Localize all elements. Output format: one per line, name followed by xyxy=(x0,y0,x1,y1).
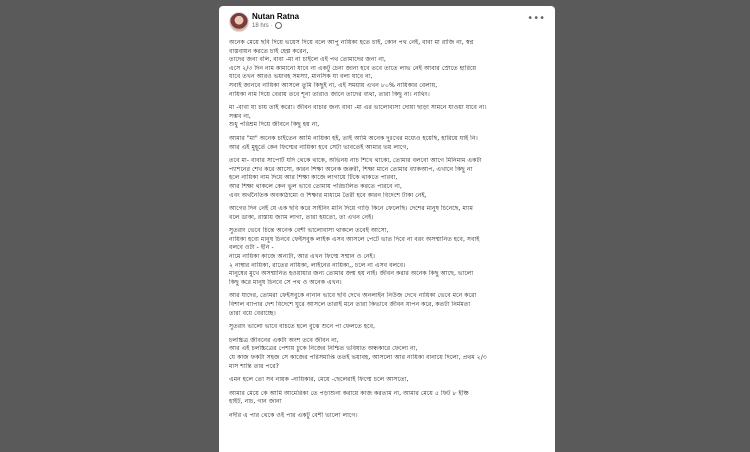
post-text-line: হাইট, নাচ, গান জানা xyxy=(229,398,282,406)
post-text-line: সবাই জানবে নায়িকা আসলে তুমি কিছুই না, এ… xyxy=(229,81,438,89)
post-paragraph: নদীর এ পার থেকে ওই পার একটু বেশী ভালো লা… xyxy=(229,412,549,421)
post-text-line: সম্ভব না, xyxy=(229,112,251,120)
post-paragraph: চলচ্চিত্র জীবনের একটা অংশ তবে জীবন না, আর… xyxy=(229,337,549,371)
post-text-line: যে কাজ ফকটা সহজ সে কাজের পরিসমাপ্তি ততই … xyxy=(229,354,487,361)
post-paragraph: সুতরাং ভেবে চিন্তে অনেক বেশী ভালোবাসা থা… xyxy=(229,227,549,287)
post-text-line: আমার "মা" অনেক চাইতেন আমি নায়িকা হই, তা… xyxy=(229,134,478,142)
post-text-line: নায়িকা নাম দিয়ে বেরায় তবে শূন্য তারাও… xyxy=(229,90,430,98)
post-card: Nutan Ratna 18 hrs · ••• অনেক মেয়ে ছবি … xyxy=(219,6,555,452)
post-text-line: আমার মেয়ে কে আমি আমেরিকা তে পড়াশুনা কর… xyxy=(229,389,469,397)
post-text-line: অনেক মেয়ে ছবি দিয়ে ভয়েস দিয়ে বলে আপু… xyxy=(229,39,474,46)
post-text-line: প্যাশনের শেখ করে আসো, কারন শিক্ষা অনেক জ… xyxy=(229,165,473,173)
post-text-line: আর শিক্ষা থাকলে কেন ভুল ভাবে তোমায় পরিচ… xyxy=(229,182,402,190)
post-paragraph: আর যাদের, তোমরা ফেইসবুকে নানান ভাবে ছবি … xyxy=(229,292,549,318)
post-paragraph: এমন হলে তো সব নায়ক -নায়িকার, মেয়ে -ছে… xyxy=(229,376,549,385)
post-text-line: বাস্তবায়ন করতে চাই হেল্প করেন, xyxy=(229,47,309,55)
globe-icon xyxy=(275,22,283,29)
post-text-line: মা -বাবা যা চায় তাই করো। জীবন বাচার জন্… xyxy=(229,104,487,112)
post-paragraph: তবে মা- বাবার সাপোর্ট যদি থেকে থাকে, অভি… xyxy=(229,157,549,200)
post-text-line: সুতরাং ভালো ভাবে বাচতে হলে বুঝে শুনে পা … xyxy=(229,323,376,331)
post-text-line: যাবে তখন আরও ভয়াবহ সমস্যা, মানসিক যা বল… xyxy=(229,73,373,81)
post-text-line: হলে নায়িকা নাম দিয়ে আর শিক্ষা কাজে লাগ… xyxy=(229,174,398,182)
post-text-line: নায়িকা হবো মানুষ চিনবে ফেইসবুক লাইক এসব… xyxy=(229,235,480,243)
post-text-line: কিছু করে মানুষ চিনবে সে পথ ও অনেক এখন। xyxy=(229,278,342,286)
post-text-line: তারা বয়ে বেরাচ্ছে। xyxy=(229,309,276,317)
post-text-line: আর এই মুহূর্তে কেন ফিল্মের নায়িকা হবে স… xyxy=(229,143,409,151)
post-text-line: আগের দিন নেই যে এক ছবি করে সাইনিং মানি দ… xyxy=(229,205,473,213)
author-name[interactable]: Nutan Ratna xyxy=(252,12,299,21)
post-meta: 18 hrs · xyxy=(252,22,283,29)
post-header: Nutan Ratna 18 hrs · ••• xyxy=(219,6,555,38)
post-paragraph: সুতরাং ভালো ভাবে বাচতে হলে বুঝে শুনে পা … xyxy=(229,323,549,332)
post-text-line: মানুষের মুখে অসম্মানিত হওয়ায়ার জন্য তো… xyxy=(229,270,474,278)
post-paragraph: আগের দিন নেই যে এক ছবি করে সাইনিং মানি দ… xyxy=(229,205,549,222)
post-text-line: আর এই চলচ্চিত্রের পেশায় ঢুকে নিজের নিশ্… xyxy=(229,345,418,353)
post-text-line: বলবে ওটা - ইনি - xyxy=(229,244,274,252)
post-text-line: মাস শান্তি তার পরে? xyxy=(229,362,279,370)
post-text-line: আর যাদের, তোমরা ফেইসবুকে নানান ভাবে ছবি … xyxy=(229,292,477,300)
post-text-line: এমন হলে তো সব নায়ক -নায়িকার, মেয়ে -ছে… xyxy=(229,376,409,384)
post-text-line: বলে ডাকা, রাস্তায় জ্যাম লাগা, তারা হয়ত… xyxy=(229,213,374,221)
post-paragraph: অনেক মেয়ে ছবি দিয়ে ভয়েস দিয়ে বলে আপু… xyxy=(229,39,549,99)
post-text-line: ২ নাম্বার নায়িকা, রাতের নায়িকা, লাইনের… xyxy=(229,261,406,269)
post-paragraph: মা -বাবা যা চায় তাই করো। জীবন বাচার জন্… xyxy=(229,104,549,130)
post-text-line: সুতরাং ভেবে চিন্তে অনেক বেশী ভালোবাসা থা… xyxy=(229,227,389,235)
post-text-line: তবে মা- বাবার সাপোর্ট যদি থেকে থাকে, অভি… xyxy=(229,157,482,165)
avatar[interactable] xyxy=(229,12,249,32)
post-text-line: চলচ্চিত্র জীবনের একটা অংশ তবে জীবন না, xyxy=(229,336,339,344)
post-text-line: বিশাল ব্যাপার দেশ বিদেশে ঘুরে আসলে তারাই… xyxy=(229,301,471,309)
post-time[interactable]: 18 hrs xyxy=(252,23,269,29)
post-body: অনেক মেয়ে ছবি দিয়ে ভয়েস দিয়ে বলে আপু… xyxy=(229,39,549,426)
post-text-line: তাদের জন্য বলি, বাবা -মা না চাইলে এই পথ … xyxy=(229,56,386,64)
post-text-line: এবং অর্থনৈতিক অবকাঠামো ও শিক্ষার মাধ্যমে… xyxy=(229,191,427,199)
post-text-line: এসে ২/৩ দিন নাম কামানো যাবে না একটু চেনা… xyxy=(229,64,477,72)
more-options-icon[interactable]: ••• xyxy=(527,13,545,24)
post-text-line: নদীর এ পার থেকে ওই পার একটু বেশী ভালো লা… xyxy=(229,411,358,419)
post-text-line: শুধু পরিশ্রম দিয়ে জীবনে কিছু হয় না, xyxy=(229,121,320,129)
post-paragraph: আমার "মা" অনেক চাইতেন আমি নায়িকা হই, তা… xyxy=(229,135,549,152)
post-text-line: নামে নায়িকা কাজে অন্যটা, আর এখন ফিল্মে … xyxy=(229,253,375,261)
post-paragraph: আমার মেয়ে কে আমি আমেরিকা তে পড়াশুনা কর… xyxy=(229,390,549,407)
